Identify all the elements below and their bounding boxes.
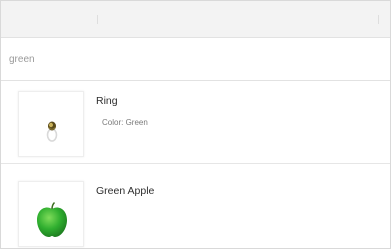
result-title[interactable]: Green Apple (96, 185, 154, 197)
green-apple-thumbnail[interactable] (18, 181, 84, 247)
search-bar (1, 37, 390, 81)
search-results-panel: Ring Color: Green Green Apple (0, 0, 391, 249)
search-input[interactable] (9, 50, 379, 68)
header-bar (1, 1, 390, 37)
ring-thumbnail[interactable] (18, 91, 84, 157)
result-title[interactable]: Ring (96, 95, 118, 107)
header-divider (378, 15, 379, 24)
ring-icon (46, 121, 58, 142)
header-divider (97, 15, 98, 24)
result-attribute: Color: Green (102, 118, 148, 127)
result-item-green-apple[interactable]: Green Apple (1, 173, 390, 248)
green-apple-icon (37, 201, 67, 237)
result-item-ring[interactable]: Ring Color: Green (1, 83, 390, 164)
